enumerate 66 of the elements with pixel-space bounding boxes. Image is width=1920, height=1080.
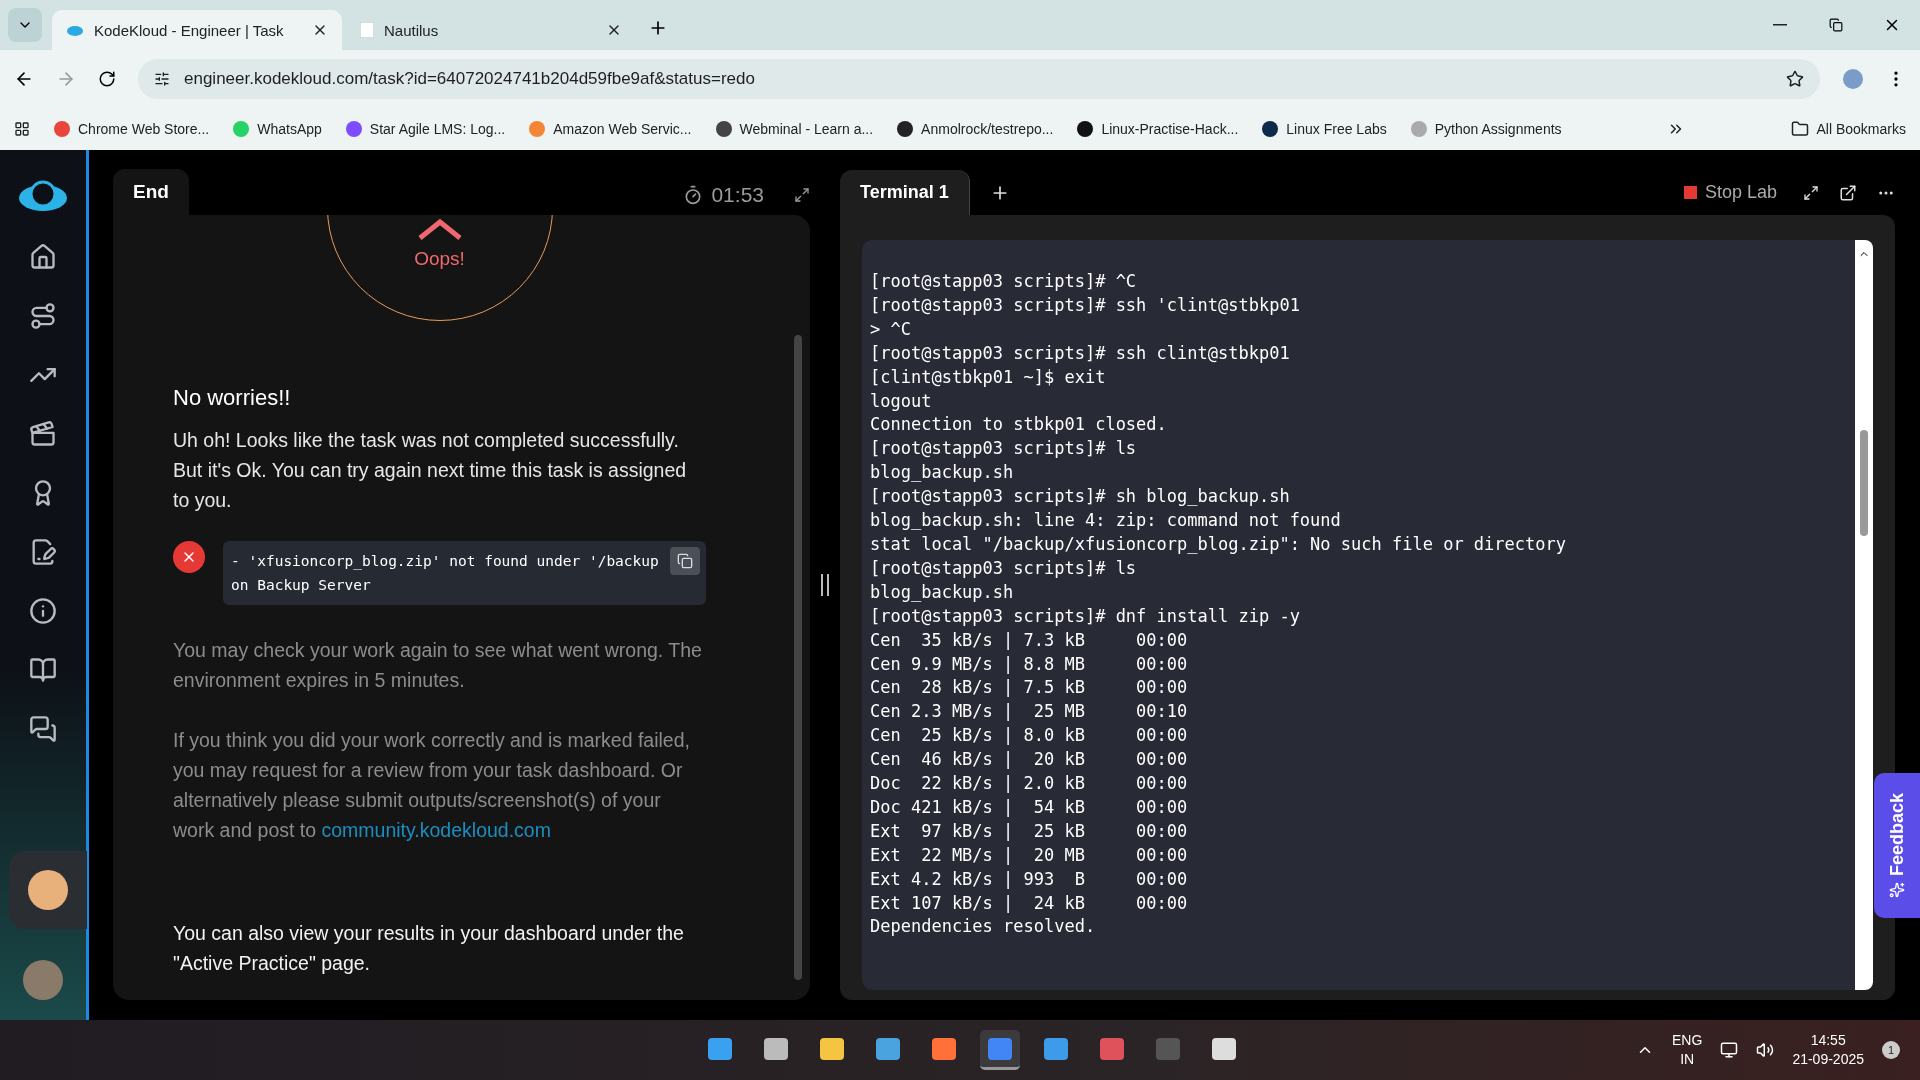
tab-title: Nautilus [384,21,440,39]
expand-icon[interactable] [794,187,810,203]
stop-lab-button[interactable]: Stop Lab [1677,181,1783,204]
expand-icon[interactable] [1803,184,1819,201]
page-icon [360,22,374,38]
minimize-icon [1773,24,1787,26]
external-link-icon[interactable] [1839,183,1857,202]
home-icon[interactable] [29,243,57,271]
tab-search-button[interactable] [8,8,42,42]
bookmark-link[interactable]: Linux-Practise-Hack... [1077,120,1239,137]
clock[interactable]: 14:55 21-09-2025 [1792,1031,1864,1069]
copy-button[interactable] [670,547,700,575]
avatar[interactable] [28,870,68,910]
feedback-button[interactable]: Feedback [1874,773,1920,918]
scrollbar-thumb[interactable] [794,335,802,980]
terminal-tab[interactable]: Terminal 1 [840,170,970,215]
timer-text: 01:53 [711,183,764,207]
site-settings-icon[interactable] [154,70,170,87]
stop-icon [1683,186,1697,199]
sparkles-icon [1889,882,1905,898]
chat-icon[interactable] [29,715,57,743]
user-avatar[interactable] [23,960,63,1000]
volume-icon[interactable] [1756,1041,1775,1059]
community-link[interactable]: community.kodekloud.com [321,819,551,841]
book-icon[interactable] [29,656,57,684]
scrollbar-thumb[interactable] [1860,430,1868,536]
error-output: - 'xfusioncorp_blog.zip' not found under '/backup on Backup Server [223,541,706,605]
tab-title: KodeKloud - Engineer | Task [94,21,285,39]
terminal-output[interactable]: [root@stapp03 scripts]# ^C [root@stapp03 scripts]# ssh 'clint@stbkp01 > ^C [root@stapp03 scripts]# ssh clint@stbkp01 [clint@stbkp01 ~]$ exit logout Connection to stbkp01 closed. [root@stapp03 scripts]# ls blog_backup.sh [root@stapp03 scripts]# sh blog_backup.sh blog_backup.sh: line 4: zip: command not found stat local "/backup/xfusioncorp_blog.zip": No such file or directory [root@stapp03 scripts]# ls blog_backup.sh [root@stapp03 scripts]# dnf install zip -y Cen 35 kB/s | 7.3 kB 00:00 Cen 9.9 MB/s | 8.8 MB 00:00 Cen 28 kB/s | 7.5 kB 00:00 Cen 2.3 MB/s | 25 MB 00:10 Cen 25 kB/s | 8.0 kB 00:00 Cen 46 kB/s | 20 kB 00:00 Doc 22 kB/s | 2.0 kB 00:00 Doc 421 kB/s | 54 kB 00:00 Ext 97 kB/s | 25 kB 00:00 Ext 22 MB/s | 20 MB 00:00 Ext 4.2 kB/s | 993 B 00:00 Ext 107 kB/s | 24 kB 00:00 Dependencies resolved. [862,240,1855,990]
all-bookmarks-link[interactable]: All Bookmarks [1790,119,1906,138]
copy-icon [677,553,693,569]
review-text: If you think you did your work correctly and is marked failed, you may request for a review from your task dashboard. Or alternatively please submit outputs/screenshot(s) of your work and post to community.kodekloud.com [173,728,691,843]
check-again-text: You may check your work again to see what went wrong. The environment expires in 5 minutes. [173,638,703,693]
restore-icon [1829,18,1843,32]
results-text: You can also view your results in your dashboard under the "Active Practice" page. [173,921,685,976]
bookmark-link[interactable]: Python Assignments [1410,120,1562,137]
extension-icon[interactable] [1842,67,1864,90]
clapperboard-icon[interactable] [29,420,57,448]
bookmark-link[interactable]: Anmolrock/testrepo... [897,120,1054,137]
logo-icon[interactable] [18,178,68,212]
end-tab[interactable]: End [113,169,189,215]
resize-handle[interactable] [821,574,829,596]
apps-icon[interactable] [14,120,30,137]
url-text: engineer.kodekloud.com/task?id=64072024741b204d59fbe9af&status=redo [184,68,756,89]
reload-icon[interactable] [98,69,116,88]
status-text: Oops! [414,248,465,270]
bookmark-link[interactable]: Chrome Web Store... [54,120,210,137]
bookmark-star-icon[interactable] [1786,69,1804,88]
notification-badge[interactable]: 1 [1882,1041,1900,1059]
folder-icon [1790,119,1809,138]
bookmark-link[interactable]: Star Agile LMS: Log... [345,120,506,137]
message-text: Uh oh! Looks like the task was not completed successfully. But it's Ok. You can try again next time this task is assigned to you. [173,428,688,513]
browser-tab[interactable]: Nautilus [346,10,636,50]
caret-icon [416,218,463,240]
info-icon[interactable] [29,597,57,625]
scrollbar[interactable] [1855,240,1873,990]
bookmark-link[interactable]: Linux Free Labs [1262,120,1387,137]
route-icon[interactable] [29,302,57,330]
browser-tab[interactable]: KodeKloud - Engineer | Task [52,10,342,50]
bookmark-link[interactable]: Amazon Web Servic... [529,120,692,137]
address-bar[interactable]: engineer.kodekloud.com/task?id=64072024741b204d59fbe9af&status=redo [138,58,1820,99]
language-indicator[interactable]: ENG IN [1672,1031,1703,1069]
network-icon[interactable] [1720,1041,1739,1059]
bookmark-link[interactable]: WhatsApp [233,120,322,137]
heading: No worries!! [173,385,292,411]
bookmark-link[interactable]: Webminal - Learn a... [715,120,874,137]
